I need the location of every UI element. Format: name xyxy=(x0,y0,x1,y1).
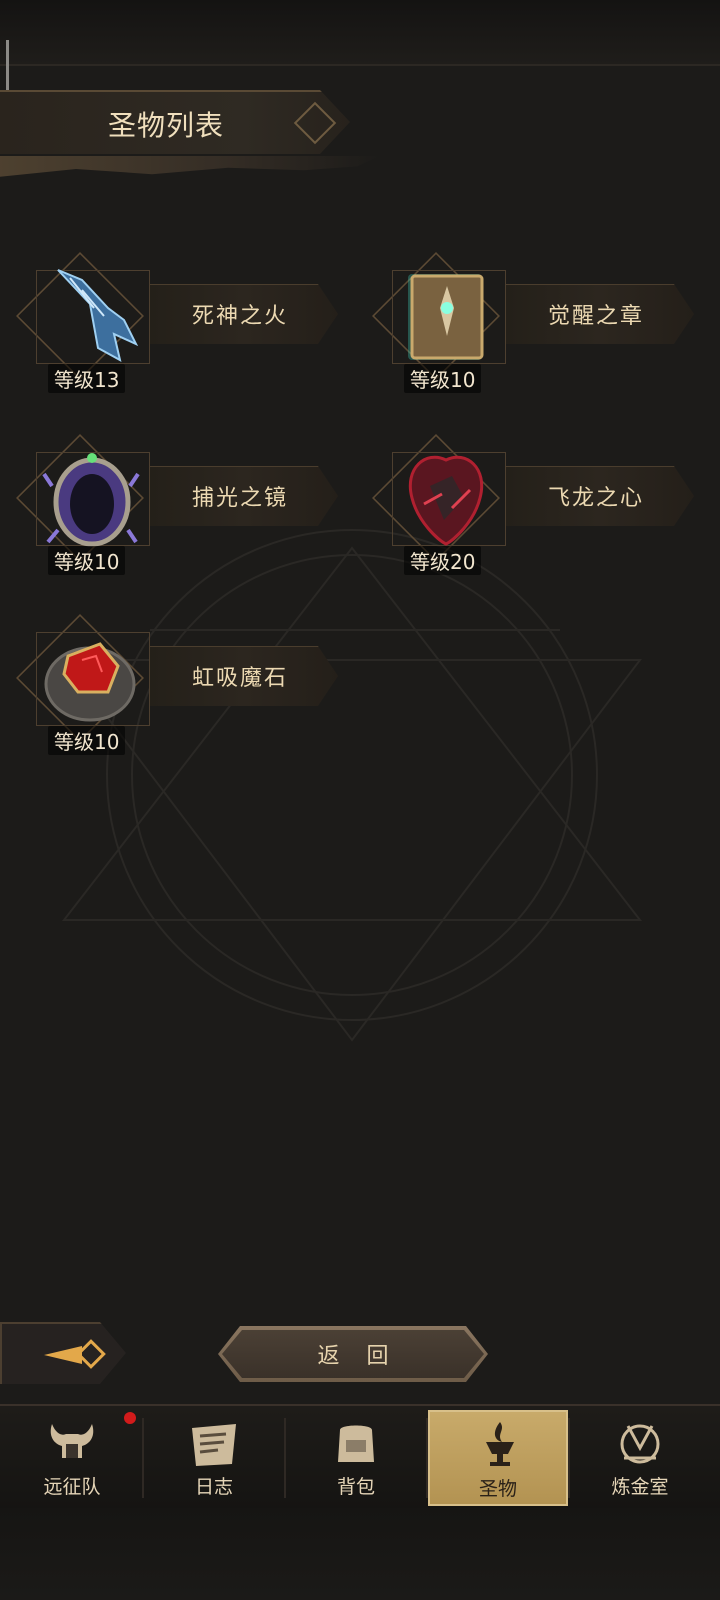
relic-name: 飞龙之心 xyxy=(548,486,645,511)
bottom-frame xyxy=(0,1508,720,1600)
relic-item-3[interactable]: 捕光之镜 等级10 xyxy=(0,432,340,575)
relic-level: 等级10 xyxy=(404,364,482,393)
alchemy-icon xyxy=(620,1424,660,1464)
page-title: 圣物列表 xyxy=(108,109,225,142)
relic-item-2[interactable]: 觉醒之章 等级10 xyxy=(356,250,696,393)
relic-name: 虹吸魔石 xyxy=(192,666,289,691)
relic-item-1[interactable]: 死神之火 等级13 xyxy=(0,250,340,393)
back-button[interactable]: 返 回 xyxy=(218,1326,488,1382)
tab-log[interactable]: 日志 xyxy=(144,1410,284,1502)
back-button-label: 返 回 xyxy=(317,1344,399,1369)
relic-level: 等级13 xyxy=(48,364,126,393)
relic-item-5[interactable]: 虹吸魔石 等级10 xyxy=(0,612,340,755)
siphon-stone-icon xyxy=(44,642,136,722)
spectral-claw-icon xyxy=(57,269,139,362)
tab-label: 圣物 xyxy=(478,1478,517,1500)
relic-name: 觉醒之章 xyxy=(548,304,645,329)
backpack-icon xyxy=(338,1425,374,1462)
dragon-heart-icon xyxy=(408,455,484,546)
tab-alchemy[interactable]: 炼金室 xyxy=(570,1410,710,1502)
tab-relics[interactable]: 圣物 xyxy=(428,1410,568,1506)
scroll-indicator xyxy=(6,40,9,98)
tab-expedition[interactable]: 远征队 xyxy=(2,1410,142,1502)
notification-badge xyxy=(124,1412,136,1424)
relic-name: 死神之火 xyxy=(192,304,289,329)
crystal-mirror-icon xyxy=(42,453,140,547)
relic-level: 等级10 xyxy=(48,546,126,575)
relic-item-4[interactable]: 飞龙之心 等级20 xyxy=(356,432,696,575)
tab-label: 远征队 xyxy=(43,1476,101,1498)
horned-helmet-icon xyxy=(50,1424,94,1458)
scroll-icon xyxy=(192,1424,236,1466)
tab-label: 日志 xyxy=(194,1476,233,1498)
tab-label: 背包 xyxy=(336,1476,375,1498)
ancient-tome-icon xyxy=(408,274,484,360)
relic-level: 等级20 xyxy=(404,546,482,575)
tab-label: 炼金室 xyxy=(611,1476,669,1498)
top-frame xyxy=(0,0,720,66)
tab-backpack[interactable]: 背包 xyxy=(286,1410,426,1502)
relic-level: 等级10 xyxy=(48,726,126,755)
arrow-left-icon xyxy=(44,1339,106,1369)
chalice-flame-icon xyxy=(486,1422,514,1466)
relic-name: 捕光之镜 xyxy=(192,486,289,511)
